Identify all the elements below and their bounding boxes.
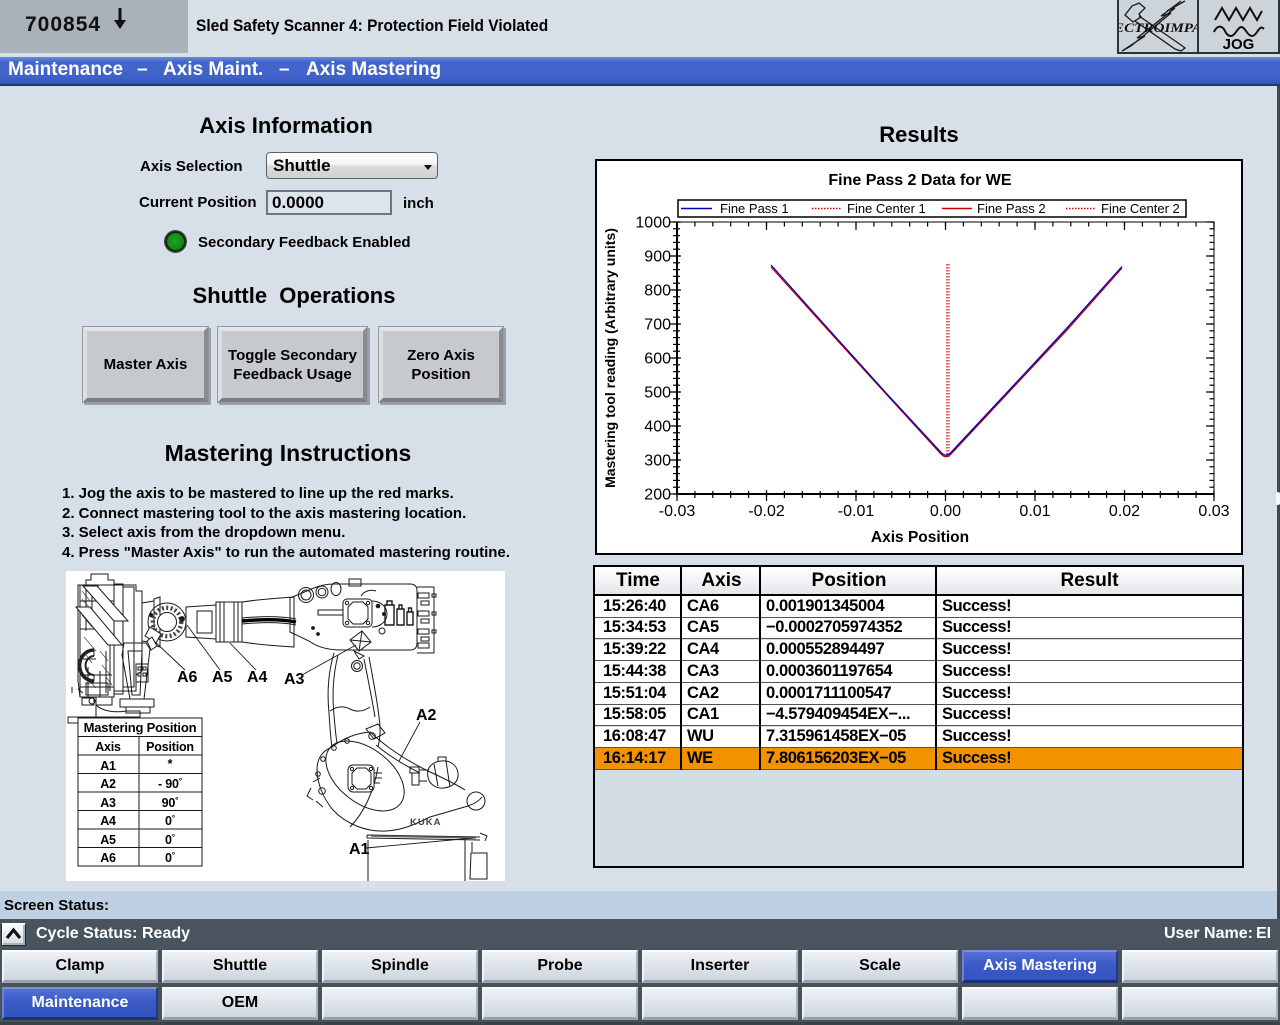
svg-text:A6: A6 [177, 669, 198, 686]
svg-text:A4: A4 [247, 669, 268, 686]
svg-text:1000: 1000 [635, 215, 671, 232]
svg-text:-0.03: -0.03 [659, 503, 696, 520]
svg-text:200: 200 [644, 487, 671, 504]
svg-text:Fine Pass 2 Data for WE: Fine Pass 2 Data for WE [828, 172, 1011, 189]
svg-text:ECTROIMPA: ECTROIMPA [1119, 20, 1197, 35]
svg-text:A4: A4 [100, 814, 116, 828]
svg-text:A3: A3 [284, 671, 305, 688]
svg-text:Fine Center 1: Fine Center 1 [847, 201, 926, 216]
svg-text:Axis: Axis [95, 740, 121, 754]
svg-text:-0.01: -0.01 [838, 503, 875, 520]
svg-text:A6: A6 [100, 851, 116, 865]
svg-text:Mastering tool reading (Arbitr: Mastering tool reading (Arbitrary units) [602, 228, 618, 488]
svg-text:KUKA: KUKA [410, 817, 441, 828]
svg-text:700: 700 [644, 317, 671, 334]
svg-text:0.02: 0.02 [1109, 503, 1140, 520]
svg-text:0.03: 0.03 [1198, 503, 1229, 520]
svg-text:900: 900 [644, 249, 671, 266]
svg-text:A3: A3 [100, 796, 116, 810]
svg-text:600: 600 [644, 351, 671, 368]
svg-text:A1: A1 [349, 841, 370, 858]
svg-text:-0.02: -0.02 [748, 503, 785, 520]
svg-text:Fine Center 2: Fine Center 2 [1101, 201, 1180, 216]
svg-text:A2: A2 [100, 777, 116, 791]
svg-text:800: 800 [644, 283, 671, 300]
svg-text:A1: A1 [100, 759, 116, 773]
svg-text:Fine Pass 2: Fine Pass 2 [977, 201, 1046, 216]
svg-text:Fine Pass 1: Fine Pass 1 [720, 201, 789, 216]
svg-text:A5: A5 [100, 833, 116, 847]
svg-text:500: 500 [644, 385, 671, 402]
svg-text:400: 400 [644, 419, 671, 436]
svg-text:Position: Position [146, 740, 194, 754]
svg-text:0.00: 0.00 [930, 503, 961, 520]
svg-text:JOG: JOG [1223, 36, 1255, 52]
svg-text:A5: A5 [212, 669, 233, 686]
svg-text:*: * [168, 757, 173, 771]
svg-text:300: 300 [644, 453, 671, 470]
svg-text:Mastering Position: Mastering Position [84, 720, 197, 735]
svg-text:0.01: 0.01 [1019, 503, 1050, 520]
svg-text:Axis Position: Axis Position [871, 529, 969, 546]
svg-text:A2: A2 [416, 707, 437, 724]
